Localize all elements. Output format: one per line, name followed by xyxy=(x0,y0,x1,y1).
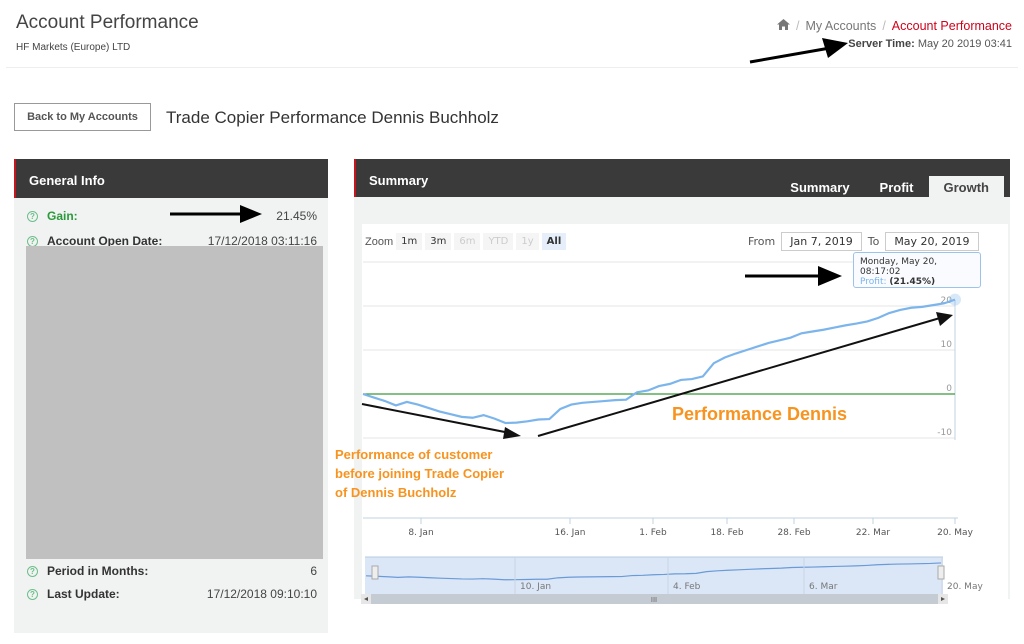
growth-chart: -1001020 8. Jan 16. Jan 1. Feb 18. Feb 28. F… xyxy=(170,38,983,604)
x-tick-label: 16. Jan xyxy=(554,528,585,538)
x-tick-label: 22. Mar xyxy=(856,528,890,538)
tooltip-date: Monday, May 20, 08:17:02 xyxy=(860,257,938,277)
chart-tooltip: Monday, May 20, 08:17:02 Profit: (21.45%… xyxy=(853,252,981,288)
navigator-handle-left[interactable] xyxy=(371,565,379,580)
x-tick-label: 8. Jan xyxy=(408,528,433,538)
navigator-handle-right[interactable] xyxy=(937,565,945,580)
navigator-tick-label: 20. May xyxy=(947,582,983,592)
navigator-background xyxy=(365,557,943,594)
arrow-before-icon xyxy=(503,427,521,439)
arrow-server-time-icon xyxy=(822,38,848,58)
x-tick-label: 28. Feb xyxy=(777,528,810,538)
arrow-dennis-icon xyxy=(936,312,953,326)
tooltip-value: (21.45%) xyxy=(889,277,936,287)
x-tick-label: 20. May xyxy=(937,528,973,538)
y-tick-label: 10 xyxy=(941,340,953,350)
scrollbar-grip-icon[interactable]: III xyxy=(651,596,657,604)
annotation-line: of Dennis Buchholz xyxy=(335,485,457,500)
hover-point xyxy=(949,293,961,306)
annotation-line: Performance of customer xyxy=(335,447,493,462)
arrow-gain-icon xyxy=(240,205,262,223)
x-tick-label: 1. Feb xyxy=(639,528,667,538)
y-tick-label: 0 xyxy=(946,384,952,394)
x-tick-label: 18. Feb xyxy=(710,528,743,538)
tooltip-series: Profit xyxy=(860,277,884,287)
annotation-before-joining: Performance of customer before joining T… xyxy=(335,445,504,502)
navigator-tick-label: 10. Jan xyxy=(520,582,551,592)
y-tick-label: -10 xyxy=(937,428,952,438)
navigator-tick-label: 6. Mar xyxy=(809,582,838,592)
profit-series-line xyxy=(362,298,956,425)
arrow-tooltip-icon xyxy=(818,266,842,286)
annotation-performance-dennis: Performance Dennis xyxy=(672,404,848,424)
navigator-tick-label: 4. Feb xyxy=(673,582,701,592)
annotation-line: before joining Trade Copier xyxy=(335,466,505,481)
annotation-arrows xyxy=(170,38,953,439)
